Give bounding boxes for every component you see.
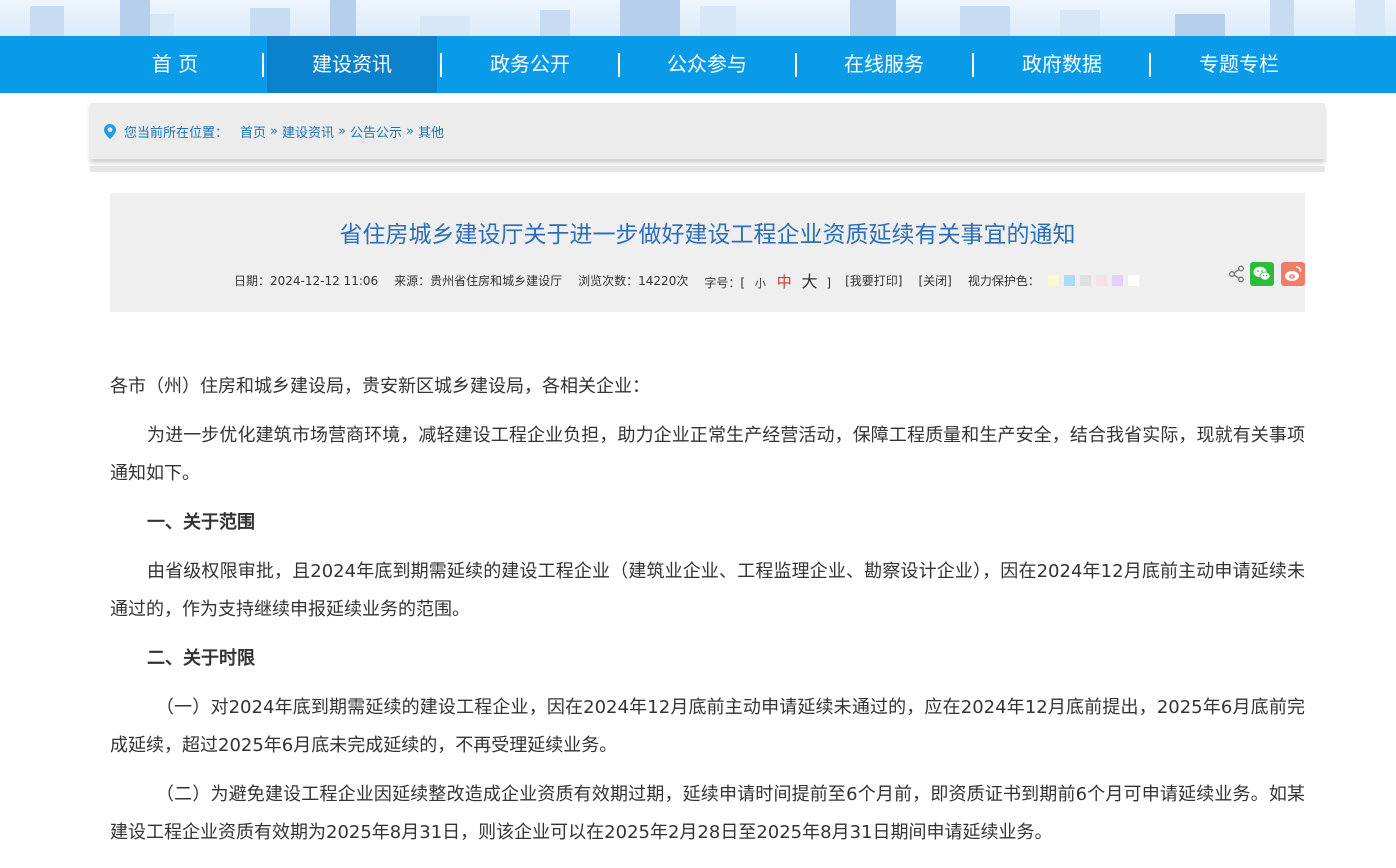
location-pin-icon: [104, 124, 116, 139]
breadcrumb-link-construction-news[interactable]: 建设资讯: [282, 122, 334, 141]
article-source: 来源：贵州省住房和城乡建设厅: [394, 273, 563, 288]
section-heading-deadline: 二、关于时限: [147, 648, 255, 669]
font-size-controls: 字号：[ 小 中 大 ]: [704, 268, 831, 292]
nav-separator: [618, 53, 620, 77]
nav-item-government-affairs[interactable]: 政务公开: [460, 36, 600, 93]
nav-separator: [972, 53, 974, 77]
print-button[interactable]: [我要打印]: [845, 272, 902, 289]
breadcrumb-underline: [90, 166, 1325, 172]
eye-care-swatch-white[interactable]: [1127, 274, 1139, 286]
breadcrumb-label: 您当前所在位置：: [124, 126, 229, 141]
article-title: 省住房城乡建设厅关于进一步做好建设工程企业资质延续有关事宜的通知: [339, 222, 1076, 248]
bracket-open: [: [740, 276, 746, 290]
breadcrumb-separator: »: [338, 124, 346, 139]
nav-separator: [440, 53, 442, 77]
breadcrumb: 您当前所在位置： 首页 » 建设资讯 » 公告公示 » 其他: [104, 122, 444, 141]
font-size-large-button[interactable]: 大: [802, 272, 818, 291]
close-button[interactable]: [关闭]: [918, 272, 951, 289]
eye-care-swatch-pink[interactable]: [1095, 274, 1107, 286]
bracket-close: ]: [826, 276, 832, 290]
share-icon[interactable]: [1228, 265, 1248, 291]
breadcrumb-separator: »: [406, 124, 414, 139]
nav-item-construction-news[interactable]: 建设资讯: [267, 36, 437, 93]
font-size-small-button[interactable]: 小: [755, 277, 766, 290]
nav-item-home[interactable]: 首 页: [130, 36, 220, 93]
article-body: 各市（州）住房和城乡建设局，贵安新区城乡建设局，各相关企业： 为进一步优化建筑市…: [110, 368, 1305, 863]
article-paragraph: （二）为避免建设工程企业因延续整改造成企业资质有效期过期，延续申请时间提前至6个…: [110, 784, 1305, 843]
weibo-share-icon[interactable]: [1281, 262, 1305, 286]
article-paragraph: （一）对2024年底到期需延续的建设工程企业，因在2024年12月底前主动申请延…: [110, 697, 1305, 756]
eye-care-swatch-yellow[interactable]: [1047, 274, 1059, 286]
header-banner: [0, 0, 1396, 36]
breadcrumb-link-home[interactable]: 首页: [240, 122, 266, 141]
article-paragraph-salutation: 各市（州）住房和城乡建设局，贵安新区城乡建设局，各相关企业：: [110, 376, 650, 397]
font-size-label: 字号：: [704, 276, 741, 290]
section-heading-scope: 一、关于范围: [147, 512, 255, 533]
eye-care-swatch-blue[interactable]: [1063, 274, 1075, 286]
article-meta: 日期：2024-12-12 11:06 来源：贵州省住房和城乡建设厅 浏览次数：…: [234, 268, 1160, 292]
breadcrumb-separator: »: [270, 124, 278, 139]
article-paragraph: 由省级权限审批，且2024年底到期需延续的建设工程企业（建筑业企业、工程监理企业…: [110, 561, 1305, 620]
nav-separator: [262, 53, 264, 77]
breadcrumb-link-other[interactable]: 其他: [418, 122, 444, 141]
nav-separator: [1149, 53, 1151, 77]
wechat-share-icon[interactable]: [1250, 262, 1274, 286]
nav-item-public-participation[interactable]: 公众参与: [637, 36, 777, 93]
eye-care-swatch-gray[interactable]: [1079, 274, 1091, 286]
article-header: 省住房城乡建设厅关于进一步做好建设工程企业资质延续有关事宜的通知 日期：2024…: [110, 193, 1305, 312]
nav-item-special-topics[interactable]: 专题专栏: [1169, 36, 1309, 93]
breadcrumb-link-announcements[interactable]: 公告公示: [350, 122, 402, 141]
nav-item-government-data[interactable]: 政府数据: [992, 36, 1132, 93]
eye-care-swatches: [1047, 274, 1144, 286]
nav-separator: [795, 53, 797, 77]
article-date: 日期：2024-12-12 11:06: [234, 273, 379, 288]
main-nav: 首 页 建设资讯 政务公开 公众参与 在线服务 政府数据 专题专栏: [0, 36, 1396, 93]
eye-care-swatch-purple[interactable]: [1111, 274, 1123, 286]
article-paragraph: 为进一步优化建筑市场营商环境，减轻建设工程企业负担，助力企业正常生产经营活动，保…: [110, 425, 1305, 484]
font-size-medium-button[interactable]: 中: [777, 273, 792, 291]
breadcrumb-bar: 您当前所在位置： 首页 » 建设资讯 » 公告公示 » 其他: [90, 103, 1325, 159]
article-views: 浏览次数：14220次: [578, 273, 689, 288]
nav-item-online-services[interactable]: 在线服务: [814, 36, 954, 93]
eye-care-label: 视力保护色：: [967, 273, 1040, 288]
